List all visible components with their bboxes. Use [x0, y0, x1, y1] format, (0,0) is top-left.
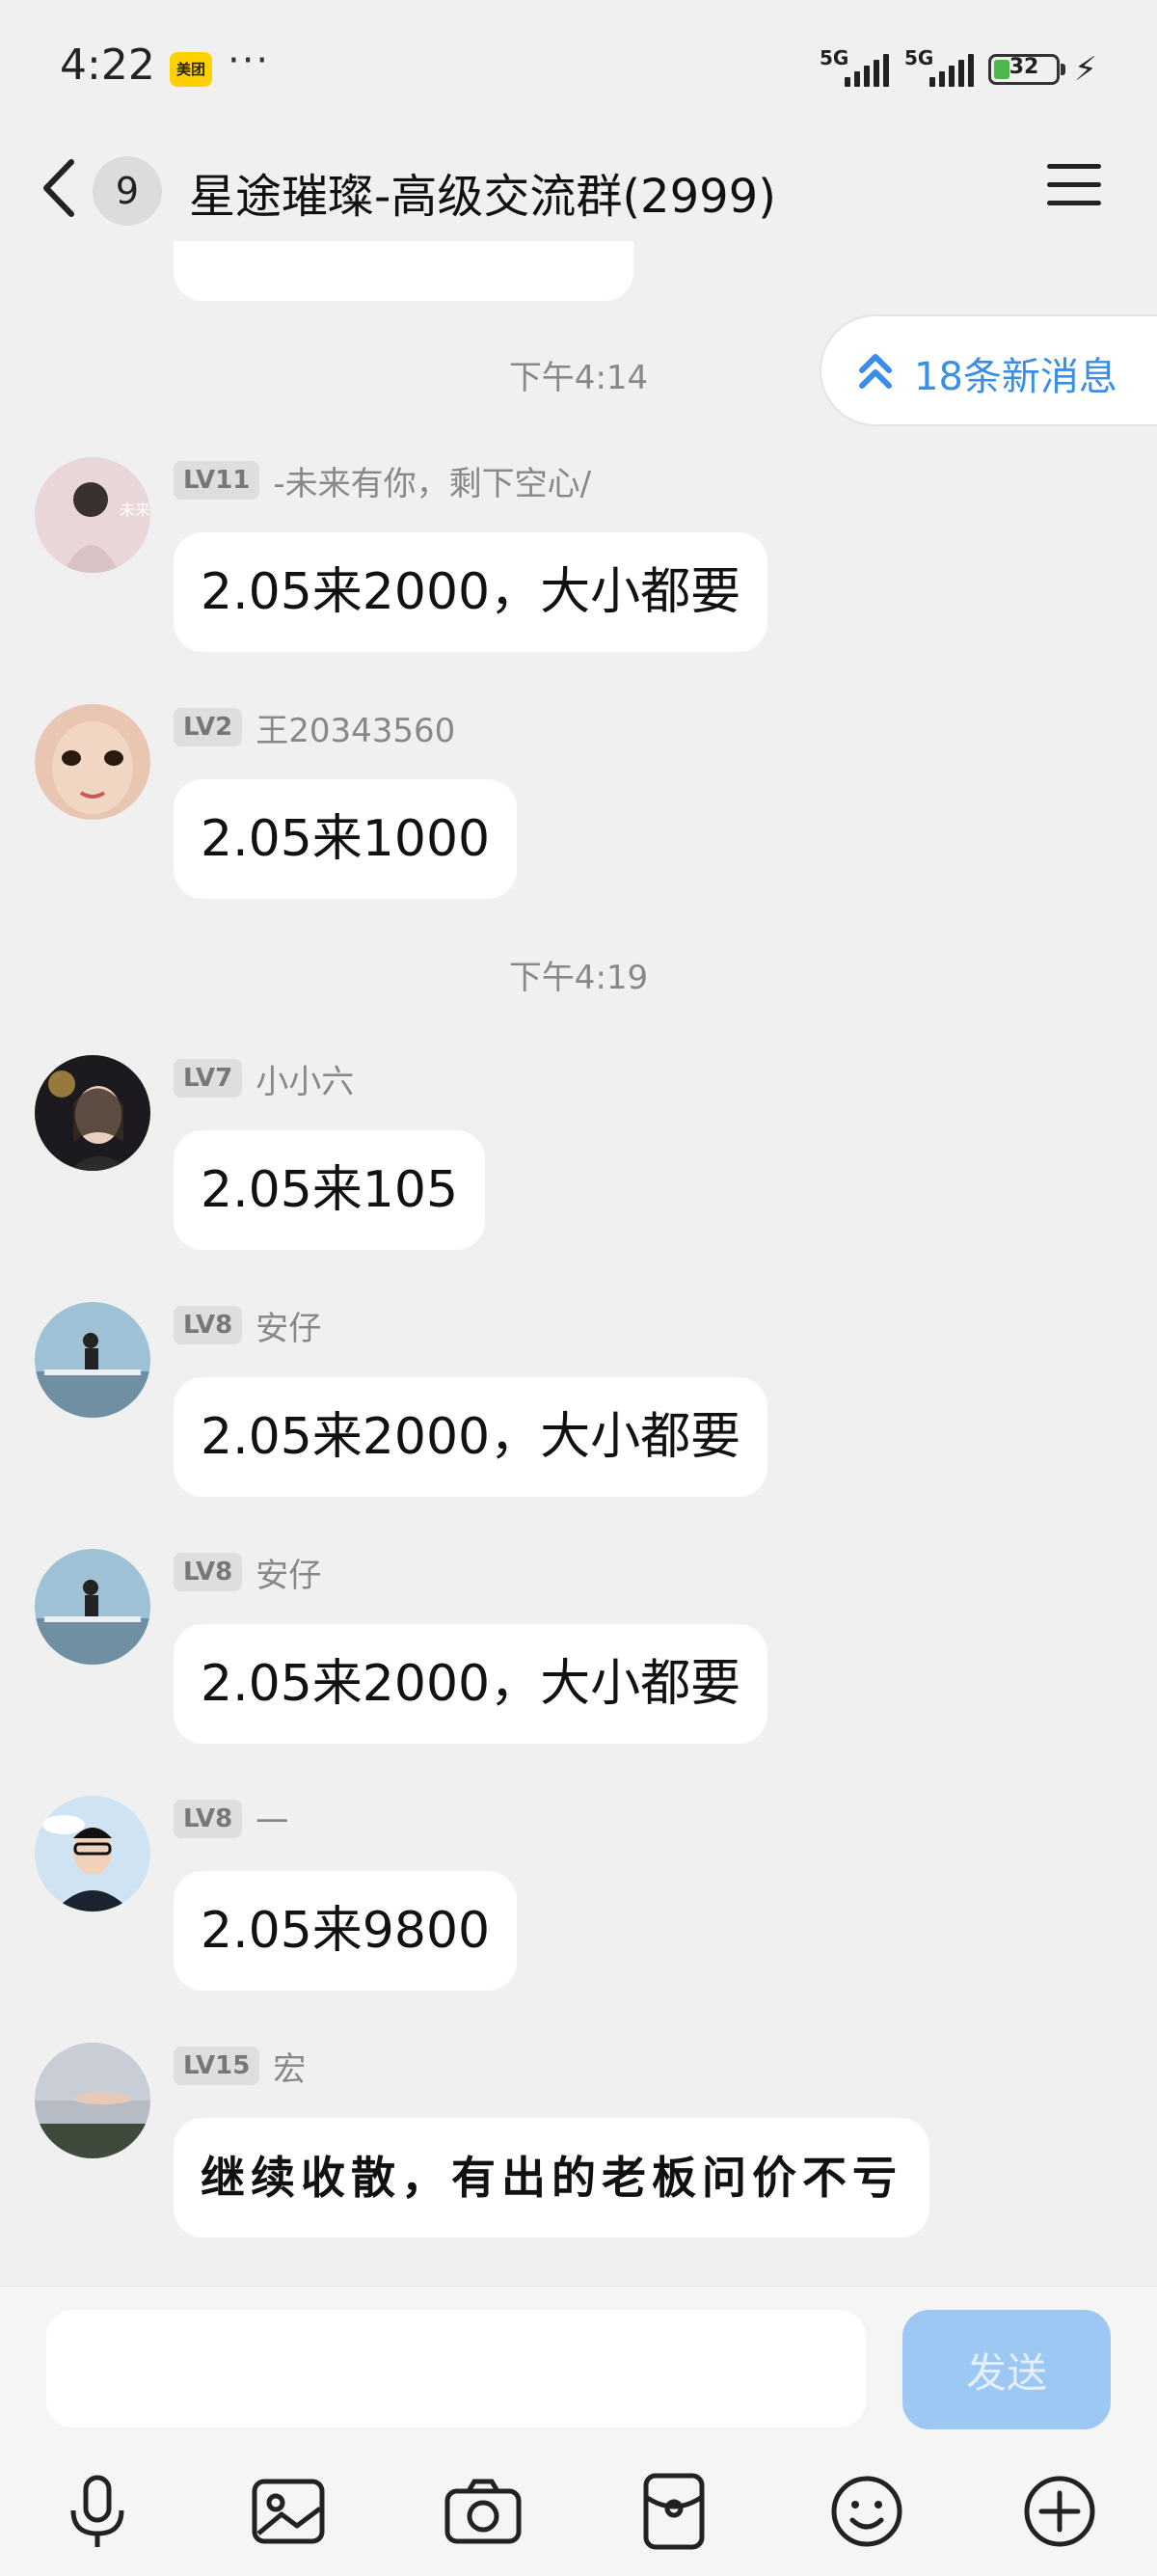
unread-count-badge[interactable]: 9: [93, 156, 162, 226]
sender-name[interactable]: 小小六: [256, 1055, 354, 1102]
image-icon[interactable]: [245, 2468, 332, 2555]
level-badge: LV15: [174, 2047, 260, 2085]
message-meta: LV8 一: [174, 1800, 288, 1842]
input-toolbar: [0, 2458, 1157, 2564]
group-title[interactable]: 星途璀璨-高级交流群(2999): [189, 158, 776, 226]
signal-1-icon: 5G: [820, 46, 889, 89]
avatar[interactable]: [35, 1302, 150, 1418]
level-badge: LV8: [174, 1800, 243, 1838]
more-notifications-icon: ···: [228, 39, 271, 83]
message-meta: LV11 -未来有你，剩下空心/: [174, 461, 591, 503]
status-bar: 4:22 美团 ··· 5G 5G 32 ⚡: [0, 0, 1157, 135]
sender-name[interactable]: 王20343560: [256, 704, 455, 751]
avatar[interactable]: [35, 1055, 150, 1171]
message-bubble-partial[interactable]: [174, 241, 633, 301]
charging-icon: ⚡: [1074, 50, 1097, 89]
message-bubble[interactable]: 2.05来105: [174, 1130, 486, 1250]
meituan-app-icon: 美团: [170, 52, 212, 87]
avatar[interactable]: [35, 1549, 150, 1665]
message-list[interactable]: 下午4:14 未来 LV11 -未来有你，剩下空心/ 2.05来2000，大小都…: [0, 241, 1157, 2286]
send-button[interactable]: 发送: [902, 2310, 1111, 2429]
message-meta: LV8 安仔: [174, 1306, 321, 1348]
level-badge: LV8: [174, 1306, 243, 1344]
level-badge: LV8: [174, 1553, 243, 1591]
chevron-left-icon: [43, 159, 74, 217]
message-bubble[interactable]: 2.05来2000，大小都要: [174, 1624, 768, 1744]
avatar[interactable]: [35, 1796, 150, 1912]
new-messages-label: 18条新消息: [914, 355, 1117, 399]
double-chevron-up-icon: [859, 354, 892, 389]
sender-name[interactable]: -未来有你，剩下空心/: [273, 457, 591, 504]
signal-2-icon: 5G: [904, 46, 974, 89]
battery-icon: 32: [988, 54, 1060, 85]
message-bubble[interactable]: 2.05来2000，大小都要: [174, 1377, 768, 1497]
level-badge: LV2: [174, 708, 243, 746]
menu-button[interactable]: [1047, 164, 1101, 212]
battery-level: 32: [1009, 55, 1039, 79]
message-bubble[interactable]: 2.05来1000: [174, 779, 518, 899]
sender-name[interactable]: 一: [256, 1796, 288, 1843]
avatar[interactable]: 未来: [35, 457, 150, 573]
level-badge: LV11: [174, 461, 260, 500]
message-meta: LV2 王20343560: [174, 708, 455, 750]
battery-tip: [1061, 64, 1065, 75]
new-messages-button[interactable]: 18条新消息: [820, 314, 1157, 426]
microphone-icon[interactable]: [54, 2468, 141, 2555]
message-bubble[interactable]: 继续收散，有出的老板问价不亏: [174, 2118, 929, 2237]
camera-icon[interactable]: [440, 2468, 526, 2555]
message-input[interactable]: [46, 2310, 866, 2427]
sender-name[interactable]: 安仔: [256, 1549, 321, 1596]
red-packet-icon[interactable]: [631, 2468, 717, 2555]
sender-name[interactable]: 宏: [273, 2043, 306, 2090]
message-bubble[interactable]: 2.05来2000，大小都要: [174, 532, 768, 652]
emoji-icon[interactable]: [823, 2468, 910, 2555]
plus-icon[interactable]: [1016, 2468, 1103, 2555]
input-area: 发送: [0, 2286, 1157, 2576]
level-badge: LV7: [174, 1059, 243, 1098]
message-meta: LV7 小小六: [174, 1059, 354, 1101]
avatar[interactable]: [35, 2043, 150, 2158]
timestamp: 下午4:19: [508, 959, 649, 997]
avatar[interactable]: [35, 704, 150, 820]
message-meta: LV8 安仔: [174, 1553, 321, 1595]
sender-name[interactable]: 安仔: [256, 1302, 321, 1349]
status-time: 4:22: [60, 41, 155, 90]
chat-header: 9 星途璀璨-高级交流群(2999): [0, 135, 1157, 241]
back-button[interactable]: [39, 156, 87, 220]
message-meta: LV15 宏: [174, 2047, 306, 2089]
svg-text:未来: 未来: [120, 501, 150, 519]
message-bubble[interactable]: 2.05来9800: [174, 1871, 518, 1991]
